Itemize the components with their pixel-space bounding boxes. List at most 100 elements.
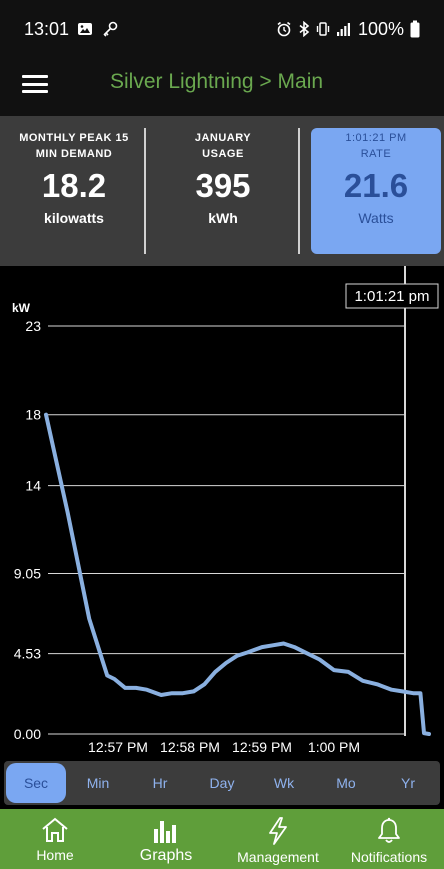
rate-caption: 1:01:21 PM RATE bbox=[345, 130, 406, 162]
data-point bbox=[112, 677, 116, 681]
lightning-icon bbox=[269, 817, 287, 845]
x-tick-label: 12:58 PM bbox=[160, 739, 220, 755]
rate-unit: Watts bbox=[358, 210, 394, 226]
data-point bbox=[192, 689, 196, 693]
range-tab-day[interactable]: Day bbox=[192, 763, 252, 803]
data-point bbox=[44, 413, 48, 417]
x-tick-label: 1:00 PM bbox=[308, 739, 360, 755]
key-icon bbox=[103, 21, 118, 37]
data-point bbox=[246, 650, 250, 654]
usage-tile[interactable]: JANUARY USAGE 395 kWh bbox=[150, 128, 296, 254]
data-point bbox=[390, 688, 394, 692]
x-tick-label: 12:59 PM bbox=[232, 739, 292, 755]
usage-caption-line1: JANUARY bbox=[194, 132, 252, 144]
rate-caption-line1: 1:01:21 PM bbox=[345, 132, 407, 144]
peak-caption-line1: MONTHLY PEAK 15 bbox=[19, 132, 129, 144]
usage-caption-line2: USAGE bbox=[202, 148, 244, 160]
hamburger-menu-icon[interactable] bbox=[22, 73, 48, 95]
battery-percent: 100% bbox=[357, 18, 404, 39]
data-point bbox=[134, 686, 138, 690]
data-point bbox=[292, 645, 296, 649]
peak-caption-line2: MIN DEMAND bbox=[35, 148, 113, 160]
data-point bbox=[105, 674, 109, 677]
rate-caption-line2: RATE bbox=[360, 148, 392, 160]
data-point bbox=[375, 682, 379, 686]
data-point bbox=[361, 679, 365, 683]
nav-management-label: Management bbox=[237, 849, 319, 865]
data-point bbox=[418, 691, 422, 695]
data-point bbox=[145, 688, 149, 692]
data-point bbox=[213, 670, 217, 674]
data-point bbox=[346, 670, 350, 674]
y-tick-label: 0.00 bbox=[14, 726, 41, 742]
vibrate-icon bbox=[316, 22, 330, 36]
range-tab-yr[interactable]: Yr bbox=[378, 763, 438, 803]
home-icon bbox=[42, 817, 68, 842]
power-chart-svg[interactable]: kW 0.00 4.53 9.05 14 18 23 12:57 PM 12:58 PM 12:5… bbox=[0, 266, 444, 761]
bar-chart-icon bbox=[154, 821, 176, 843]
nav-graphs[interactable]: Graphs bbox=[130, 809, 202, 869]
power-series-line bbox=[44, 412, 431, 736]
alarm-icon bbox=[277, 21, 291, 37]
peak-demand-tile[interactable]: MONTHLY PEAK 15 MIN DEMAND 18.2 kilowatt… bbox=[4, 128, 144, 254]
status-time: 13:01 bbox=[24, 18, 70, 39]
nav-notifications[interactable]: Notifications bbox=[342, 809, 436, 869]
data-point bbox=[170, 691, 174, 695]
bluetooth-icon bbox=[299, 21, 310, 37]
y-tick-label: 4.53 bbox=[14, 646, 41, 662]
nav-home-label: Home bbox=[36, 847, 74, 863]
data-point bbox=[332, 668, 336, 672]
range-tab-sec[interactable]: Sec bbox=[6, 763, 66, 803]
bottom-navigation: Home Graphs Management Notifications bbox=[0, 809, 444, 869]
data-point bbox=[282, 642, 286, 645]
app-bar: Silver Lightning > Main bbox=[0, 58, 444, 116]
x-tick-label: 12:57 PM bbox=[88, 739, 148, 755]
battery-icon bbox=[410, 20, 420, 38]
power-chart[interactable]: kW 0.00 4.53 9.05 14 18 23 12:57 PM 12:58 PM 12:5… bbox=[0, 266, 444, 761]
data-point bbox=[224, 661, 228, 665]
range-tab-hr[interactable]: Hr bbox=[130, 763, 190, 803]
app-title: Silver Lightning > Main bbox=[110, 70, 324, 93]
peak-demand-unit: kilowatts bbox=[44, 210, 104, 226]
bell-icon bbox=[378, 817, 400, 843]
y-tick-label: 14 bbox=[25, 478, 41, 494]
y-axis-label: kW bbox=[12, 301, 31, 315]
y-tick-label: 23 bbox=[25, 318, 41, 334]
data-point bbox=[422, 731, 426, 735]
data-point bbox=[271, 643, 275, 647]
y-tick-label: 18 bbox=[25, 407, 41, 423]
rate-value: 21.6 bbox=[343, 167, 409, 204]
usage-unit: kWh bbox=[208, 210, 238, 226]
tile-divider bbox=[298, 128, 300, 254]
time-range-selector: Sec Min Hr Day Wk Mo Yr bbox=[4, 761, 440, 805]
data-point bbox=[318, 658, 322, 661]
range-tab-min[interactable]: Min bbox=[68, 763, 128, 803]
data-point bbox=[181, 691, 185, 695]
nav-management[interactable]: Management bbox=[230, 809, 326, 869]
data-point bbox=[66, 510, 70, 514]
peak-demand-value: 18.2 bbox=[41, 167, 107, 204]
data-point bbox=[202, 682, 206, 686]
stats-panel: MONTHLY PEAK 15 MIN DEMAND 18.2 kilowatt… bbox=[0, 116, 444, 266]
y-tick-label: 9.05 bbox=[14, 565, 41, 581]
data-point bbox=[411, 691, 415, 695]
rate-tile[interactable]: 1:01:21 PM RATE 21.6 Watts bbox=[311, 128, 441, 254]
data-point bbox=[260, 645, 264, 649]
usage-value: 395 bbox=[195, 167, 251, 204]
nav-home[interactable]: Home bbox=[20, 809, 90, 869]
data-point bbox=[235, 654, 239, 658]
peak-demand-caption: MONTHLY PEAK 15 MIN DEMAND bbox=[19, 130, 129, 162]
nav-notifications-label: Notifications bbox=[350, 849, 428, 865]
image-icon bbox=[78, 23, 93, 35]
signal-icon bbox=[336, 23, 350, 36]
data-point bbox=[400, 689, 404, 693]
usage-caption: JANUARY USAGE bbox=[195, 130, 251, 162]
data-point bbox=[427, 732, 431, 736]
tile-divider bbox=[144, 128, 146, 254]
data-point bbox=[123, 686, 127, 690]
data-point bbox=[303, 650, 307, 654]
range-tab-mo[interactable]: Mo bbox=[316, 763, 376, 803]
range-tab-wk[interactable]: Wk bbox=[254, 763, 314, 803]
nav-graphs-label: Graphs bbox=[139, 847, 193, 864]
data-point bbox=[87, 617, 91, 621]
